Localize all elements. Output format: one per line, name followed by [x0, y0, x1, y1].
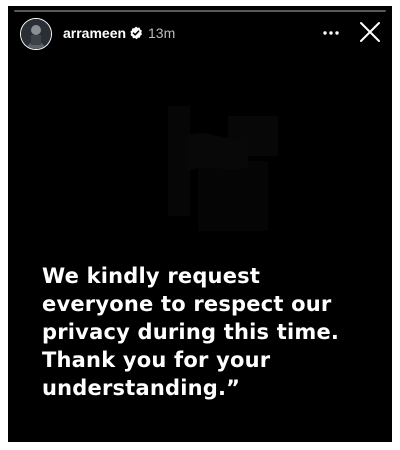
caption-line: understanding.” [42, 376, 241, 400]
story-timestamp: 13m [148, 25, 176, 41]
story-username[interactable]: arrameen [63, 25, 126, 41]
story-header: arrameen 13m [8, 16, 392, 62]
more-options-icon [323, 31, 339, 35]
verified-badge-icon [130, 26, 142, 40]
story-caption: We kindly request everyone to respect ou… [42, 262, 387, 402]
caption-line: Thank you for your [42, 348, 271, 372]
story-viewer: arrameen 13m We kindly request everyone … [8, 6, 392, 442]
caption-line: everyone to respect our [42, 292, 332, 316]
close-icon [360, 22, 380, 42]
story-progress-bar [14, 10, 386, 12]
caption-line: privacy during this time. [42, 320, 340, 344]
close-button[interactable] [358, 20, 382, 44]
caption-line: We kindly request [42, 264, 261, 288]
avatar[interactable] [20, 18, 52, 50]
more-options-button[interactable] [320, 24, 342, 42]
avatar-image [21, 19, 51, 49]
background-photo [168, 106, 278, 231]
